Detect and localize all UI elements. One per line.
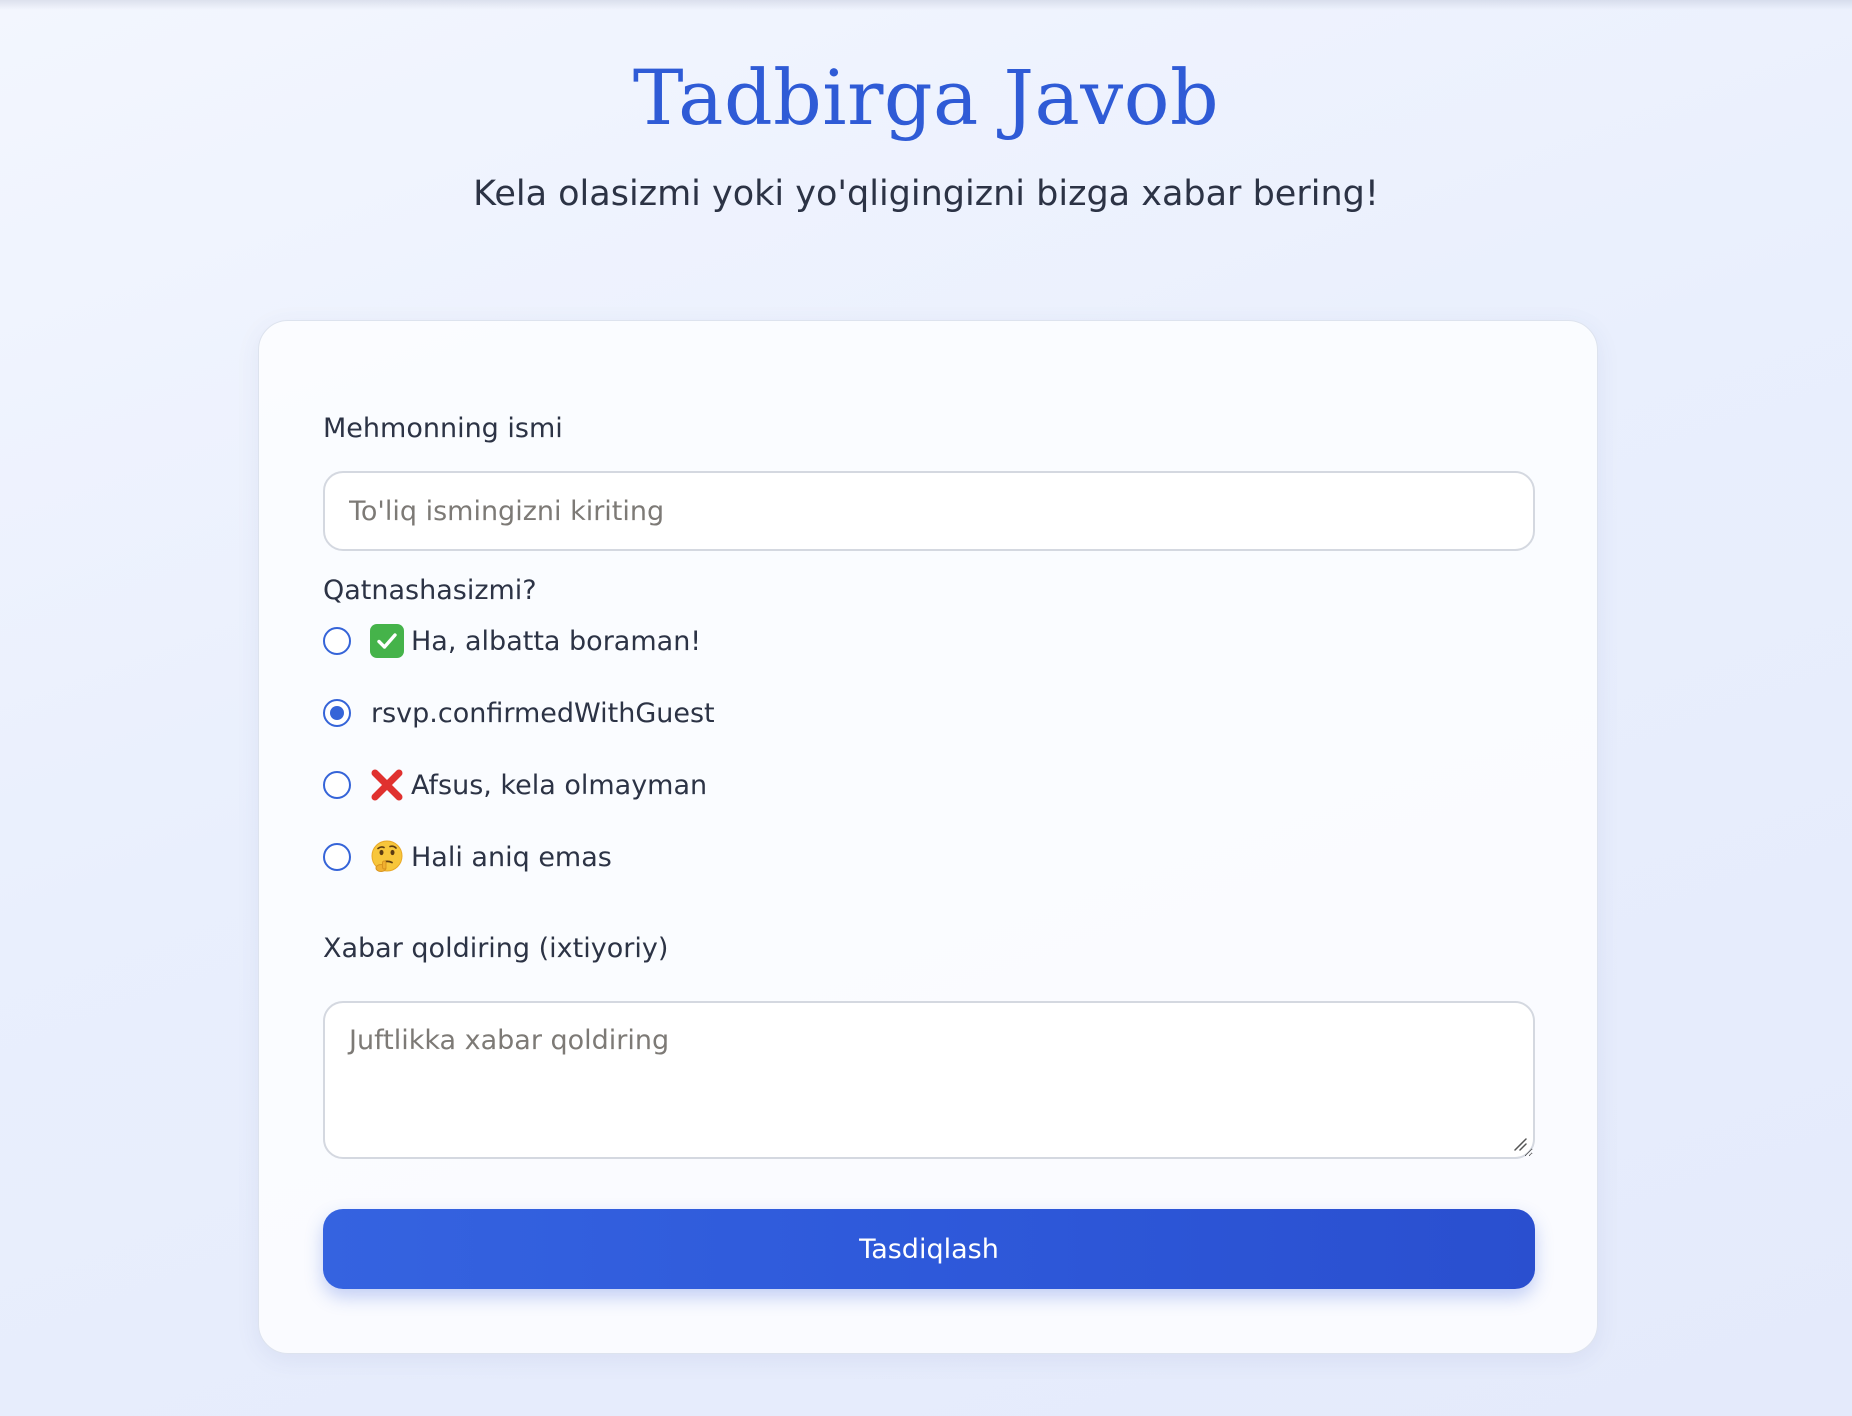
message-label: Xabar qoldiring (ixtiyoriy) bbox=[323, 933, 669, 964]
page-subtitle: Kela olasizmi yoki yo'qligingizni bizga … bbox=[473, 174, 1379, 214]
submit-button[interactable]: Tasdiqlash bbox=[323, 1209, 1535, 1289]
attendance-label: Qatnashasizmi? bbox=[323, 575, 537, 606]
top-edge-shadow bbox=[0, 0, 1852, 10]
guest-name-input[interactable] bbox=[323, 471, 1535, 551]
attendance-option-no[interactable]: Afsus, kela olmayman bbox=[323, 765, 707, 805]
cross-mark-emoji-icon bbox=[369, 767, 405, 803]
thinking-face-emoji-icon bbox=[369, 839, 405, 875]
page-title: Tadbirga Javob bbox=[632, 53, 1220, 142]
radio-button-with-guest[interactable] bbox=[323, 699, 351, 727]
radio-button-yes[interactable] bbox=[323, 627, 351, 655]
attendance-option-maybe[interactable]: Hali aniq emas bbox=[323, 837, 612, 877]
check-mark-emoji-icon bbox=[369, 623, 405, 659]
attendance-option-yes-label: Ha, albatta boraman! bbox=[411, 625, 702, 657]
attendance-option-maybe-label: Hali aniq emas bbox=[411, 841, 612, 873]
radio-button-maybe[interactable] bbox=[323, 843, 351, 871]
message-textarea[interactable] bbox=[323, 1001, 1535, 1159]
guest-name-label: Mehmonning ismi bbox=[323, 413, 563, 444]
rsvp-form-card: Mehmonning ismi Qatnashasizmi? Ha, albat… bbox=[258, 320, 1598, 1354]
attendance-option-with-guest[interactable]: rsvp.confirmedWithGuest bbox=[323, 693, 715, 733]
attendance-option-with-guest-label: rsvp.confirmedWithGuest bbox=[371, 697, 715, 729]
attendance-option-no-label: Afsus, kela olmayman bbox=[411, 769, 708, 801]
attendance-option-yes[interactable]: Ha, albatta boraman! bbox=[323, 621, 701, 661]
radio-button-no[interactable] bbox=[323, 771, 351, 799]
